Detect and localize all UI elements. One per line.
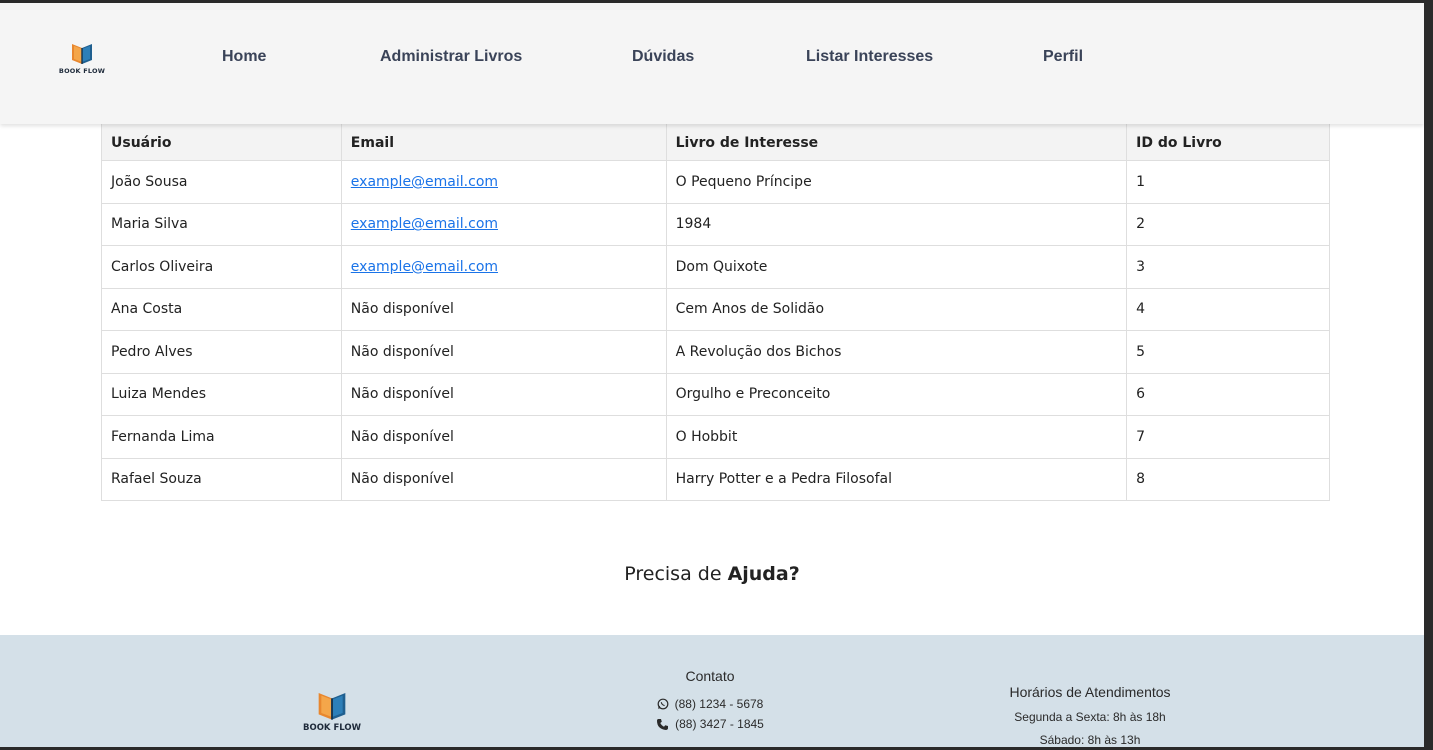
- cell-book-id: 1: [1126, 160, 1330, 204]
- email-link[interactable]: example@email.com: [351, 174, 498, 190]
- cell-book-id: 8: [1126, 457, 1330, 501]
- cell-email: example@email.com: [340, 160, 667, 204]
- cell-user: Carlos Oliveira: [101, 245, 342, 289]
- table-row: Rafael Souza Não disponível Harry Potter…: [101, 457, 1330, 501]
- cell-book-id: 2: [1126, 202, 1330, 246]
- brand-logo[interactable]: BOOK FLOW: [54, 41, 110, 75]
- hours-title: Horários de Atendimentos: [1009, 684, 1171, 700]
- table-header-row: Usuário Email Livro de Interesse ID do L…: [101, 119, 1330, 161]
- cell-book: Orgulho e Preconceito: [665, 372, 1128, 416]
- footer-brand-logo[interactable]: BOOK FLOW: [296, 689, 368, 733]
- cell-email: Não disponível: [340, 330, 667, 374]
- hours-weekdays: Segunda a Sexta: 8h às 18h: [1014, 710, 1166, 724]
- cell-book: Cem Anos de Solidão: [665, 287, 1128, 331]
- cell-book-id: 4: [1126, 287, 1330, 331]
- cell-user: Fernanda Lima: [101, 415, 342, 459]
- cell-book: Dom Quixote: [665, 245, 1128, 289]
- cell-user: Pedro Alves: [101, 330, 342, 374]
- footer-brand-name: BOOK FLOW: [303, 723, 361, 733]
- footer-hours: Horários de Atendimentos Segunda a Sexta…: [940, 684, 1240, 747]
- site-footer: BOOK FLOW Contato (88) 1234 - 5678 (88) …: [0, 635, 1424, 747]
- cell-user: Maria Silva: [101, 202, 342, 246]
- footer-contact: Contato (88) 1234 - 5678 (88) 3427 - 184…: [560, 668, 860, 734]
- cell-email: Não disponível: [340, 372, 667, 416]
- cell-email: Não disponível: [340, 287, 667, 331]
- cell-book-id: 7: [1126, 415, 1330, 459]
- phone-number: (88) 3427 - 1845: [675, 717, 764, 731]
- nav-perfil[interactable]: Perfil: [1043, 48, 1083, 66]
- cell-user: Rafael Souza: [101, 457, 342, 501]
- help-emphasis: Ajuda?: [727, 563, 800, 585]
- help-heading: Precisa de Ajuda?: [0, 563, 1424, 585]
- table-row: João Sousa example@email.com O Pequeno P…: [101, 160, 1330, 204]
- table-row: Carlos Oliveira example@email.com Dom Qu…: [101, 245, 1330, 289]
- cell-book-id: 5: [1126, 330, 1330, 374]
- cell-email: Não disponível: [340, 457, 667, 501]
- cell-book: A Revolução dos Bichos: [665, 330, 1128, 374]
- window-scrollbar[interactable]: [1424, 0, 1433, 750]
- table-row: Maria Silva example@email.com 1984 2: [101, 202, 1330, 246]
- cell-email: Não disponível: [340, 415, 667, 459]
- site-header: BOOK FLOW Home Administrar Livros Dúvida…: [0, 3, 1424, 124]
- nav-administrar-livros[interactable]: Administrar Livros: [380, 48, 522, 66]
- book-logo-icon: [318, 693, 346, 720]
- nav-duvidas[interactable]: Dúvidas: [632, 48, 694, 66]
- hours-saturday: Sábado: 8h às 13h: [1039, 733, 1141, 747]
- header-id: ID do Livro: [1126, 119, 1330, 161]
- book-logo-icon: [72, 44, 92, 64]
- cell-book: O Pequeno Príncipe: [665, 160, 1128, 204]
- cell-email: example@email.com: [340, 245, 667, 289]
- cell-email: example@email.com: [340, 202, 667, 246]
- page-viewport: BOOK FLOW Home Administrar Livros Dúvida…: [0, 3, 1424, 747]
- brand-name: BOOK FLOW: [58, 67, 106, 75]
- nav-listar-interesses[interactable]: Listar Interesses: [806, 48, 933, 66]
- phone-icon: [657, 718, 669, 730]
- cell-user: Luiza Mendes: [101, 372, 342, 416]
- interests-table: Usuário Email Livro de Interesse ID do L…: [101, 119, 1330, 501]
- email-link[interactable]: example@email.com: [351, 216, 498, 232]
- email-link[interactable]: example@email.com: [351, 259, 498, 275]
- whatsapp-icon: [657, 698, 669, 710]
- cell-user: Ana Costa: [101, 287, 342, 331]
- cell-user: João Sousa: [101, 160, 342, 204]
- table-row: Fernanda Lima Não disponível O Hobbit 7: [101, 415, 1330, 459]
- table-row: Luiza Mendes Não disponível Orgulho e Pr…: [101, 372, 1330, 416]
- contact-title: Contato: [685, 668, 735, 684]
- interests-table-container: Usuário Email Livro de Interesse ID do L…: [101, 119, 1330, 501]
- nav-home[interactable]: Home: [222, 48, 266, 66]
- contact-whatsapp[interactable]: (88) 1234 - 5678: [560, 694, 860, 714]
- header-usuario: Usuário: [101, 119, 342, 161]
- cell-book: 1984: [665, 202, 1128, 246]
- cell-book: O Hobbit: [665, 415, 1128, 459]
- cell-book-id: 6: [1126, 372, 1330, 416]
- cell-book: Harry Potter e a Pedra Filosofal: [665, 457, 1128, 501]
- cell-book-id: 3: [1126, 245, 1330, 289]
- contact-phone[interactable]: (88) 3427 - 1845: [560, 714, 860, 734]
- table-row: Pedro Alves Não disponível A Revolução d…: [101, 330, 1330, 374]
- header-email: Email: [340, 119, 667, 161]
- table-row: Ana Costa Não disponível Cem Anos de Sol…: [101, 287, 1330, 331]
- whatsapp-number: (88) 1234 - 5678: [674, 697, 764, 711]
- header-livro: Livro de Interesse: [665, 119, 1128, 161]
- help-prefix: Precisa de: [624, 563, 722, 585]
